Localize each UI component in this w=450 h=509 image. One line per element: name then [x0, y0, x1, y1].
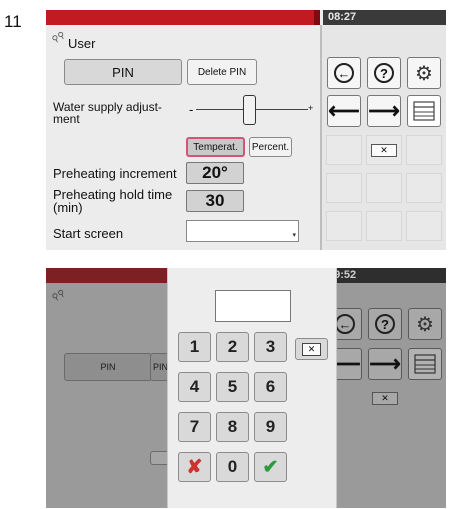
- pin-entry-screen: 09:52 ⚲⚲ PIN PIN ← ? ⚙ ⟵ ⟶ ✕ 1 2 3 ✕ 4 5: [46, 268, 446, 508]
- clock: 09:52: [323, 268, 446, 283]
- clock: 08:27: [323, 10, 446, 25]
- cancel-button[interactable]: ✘: [178, 452, 211, 482]
- preheat-hold-label: Preheating hold time (min): [53, 187, 173, 215]
- water-supply-plus: +: [308, 103, 314, 113]
- back-button[interactable]: ←: [327, 57, 361, 89]
- key-2[interactable]: 2: [216, 332, 249, 362]
- help-icon: ?: [374, 63, 394, 83]
- help-button[interactable]: ?: [367, 57, 401, 89]
- key-1[interactable]: 1: [178, 332, 211, 362]
- list-icon: [413, 101, 435, 121]
- arrow-right-icon: ⟶: [368, 98, 400, 123]
- key-6[interactable]: 6: [254, 372, 287, 402]
- pin-button[interactable]: PIN: [64, 59, 182, 85]
- confirm-button[interactable]: ✔: [254, 452, 287, 482]
- prev-button[interactable]: ⟵: [327, 95, 361, 127]
- backspace-cell[interactable]: ✕: [366, 135, 402, 165]
- back-icon: ←: [335, 314, 355, 334]
- next-button: ⟶: [368, 348, 402, 380]
- water-supply-minus: -: [189, 102, 194, 117]
- keypad-backspace-button[interactable]: ✕: [295, 338, 328, 360]
- empty-cell: [366, 173, 402, 203]
- backspace-icon: ✕: [371, 144, 397, 157]
- pin-keypad: 1 2 3 ✕ 4 5 6 7 8 9 ✘ 0 ✔: [167, 268, 337, 508]
- dropdown-arrow-icon: ▾: [292, 232, 296, 239]
- key-8[interactable]: 8: [216, 412, 249, 442]
- empty-cell: [366, 211, 402, 241]
- user-icon: ⚲⚲: [50, 29, 67, 45]
- next-button[interactable]: ⟶: [367, 95, 401, 127]
- settings-pane: ⚲⚲ User PIN Delete PIN Water supply adju…: [46, 25, 320, 250]
- pin-button-dimmed: PIN: [64, 353, 152, 381]
- settings-button: ⚙: [408, 308, 442, 340]
- start-screen-label: Start screen: [53, 226, 124, 241]
- empty-cell: [326, 135, 362, 165]
- key-0[interactable]: 0: [216, 452, 249, 482]
- percent-button[interactable]: Percent.: [249, 137, 292, 157]
- empty-cell: [406, 173, 442, 203]
- empty-cell: [406, 135, 442, 165]
- list-button[interactable]: [407, 95, 441, 127]
- gear-icon: ⚙: [416, 313, 434, 336]
- key-3[interactable]: 3: [254, 332, 287, 362]
- empty-cell: [326, 211, 362, 241]
- start-screen-select[interactable]: ▾: [186, 220, 299, 242]
- settings-screen: 08:27 ⚲⚲ User PIN Delete PIN Water suppl…: [46, 10, 446, 250]
- gear-icon: ⚙: [415, 62, 433, 85]
- key-5[interactable]: 5: [216, 372, 249, 402]
- arrow-left-icon: ⟵: [328, 98, 360, 123]
- step-number: 11: [4, 12, 22, 31]
- back-icon: ←: [334, 63, 354, 83]
- arrow-right-icon: ⟶: [369, 351, 401, 376]
- key-7[interactable]: 7: [178, 412, 211, 442]
- help-icon: ?: [375, 314, 395, 334]
- key-9[interactable]: 9: [254, 412, 287, 442]
- status-bar: [46, 10, 318, 25]
- help-button: ?: [368, 308, 402, 340]
- user-icon: ⚲⚲: [50, 287, 67, 303]
- backspace-icon: ✕: [301, 342, 322, 356]
- list-button: [408, 348, 442, 380]
- backspace-icon: ✕: [372, 392, 398, 405]
- settings-button[interactable]: ⚙: [407, 57, 441, 89]
- empty-cell: [326, 173, 362, 203]
- water-supply-label: Water supply adjust- ment: [53, 100, 162, 126]
- delete-pin-button[interactable]: Delete PIN: [187, 59, 257, 85]
- list-icon: [414, 354, 436, 374]
- pin-display: [215, 290, 291, 322]
- user-label: User: [68, 36, 96, 51]
- preheat-increment-label: Preheating increment: [53, 166, 177, 181]
- temperat-button[interactable]: Temperat.: [186, 137, 245, 157]
- preheat-hold-value[interactable]: 30: [186, 190, 244, 212]
- water-supply-slider-thumb[interactable]: [243, 95, 256, 125]
- status-bar-marker: [314, 10, 320, 25]
- empty-cell: [406, 211, 442, 241]
- key-4[interactable]: 4: [178, 372, 211, 402]
- nav-pane: ← ? ⚙ ⟵ ⟶ ✕: [322, 25, 446, 250]
- preheat-increment-value[interactable]: 20°: [186, 162, 244, 184]
